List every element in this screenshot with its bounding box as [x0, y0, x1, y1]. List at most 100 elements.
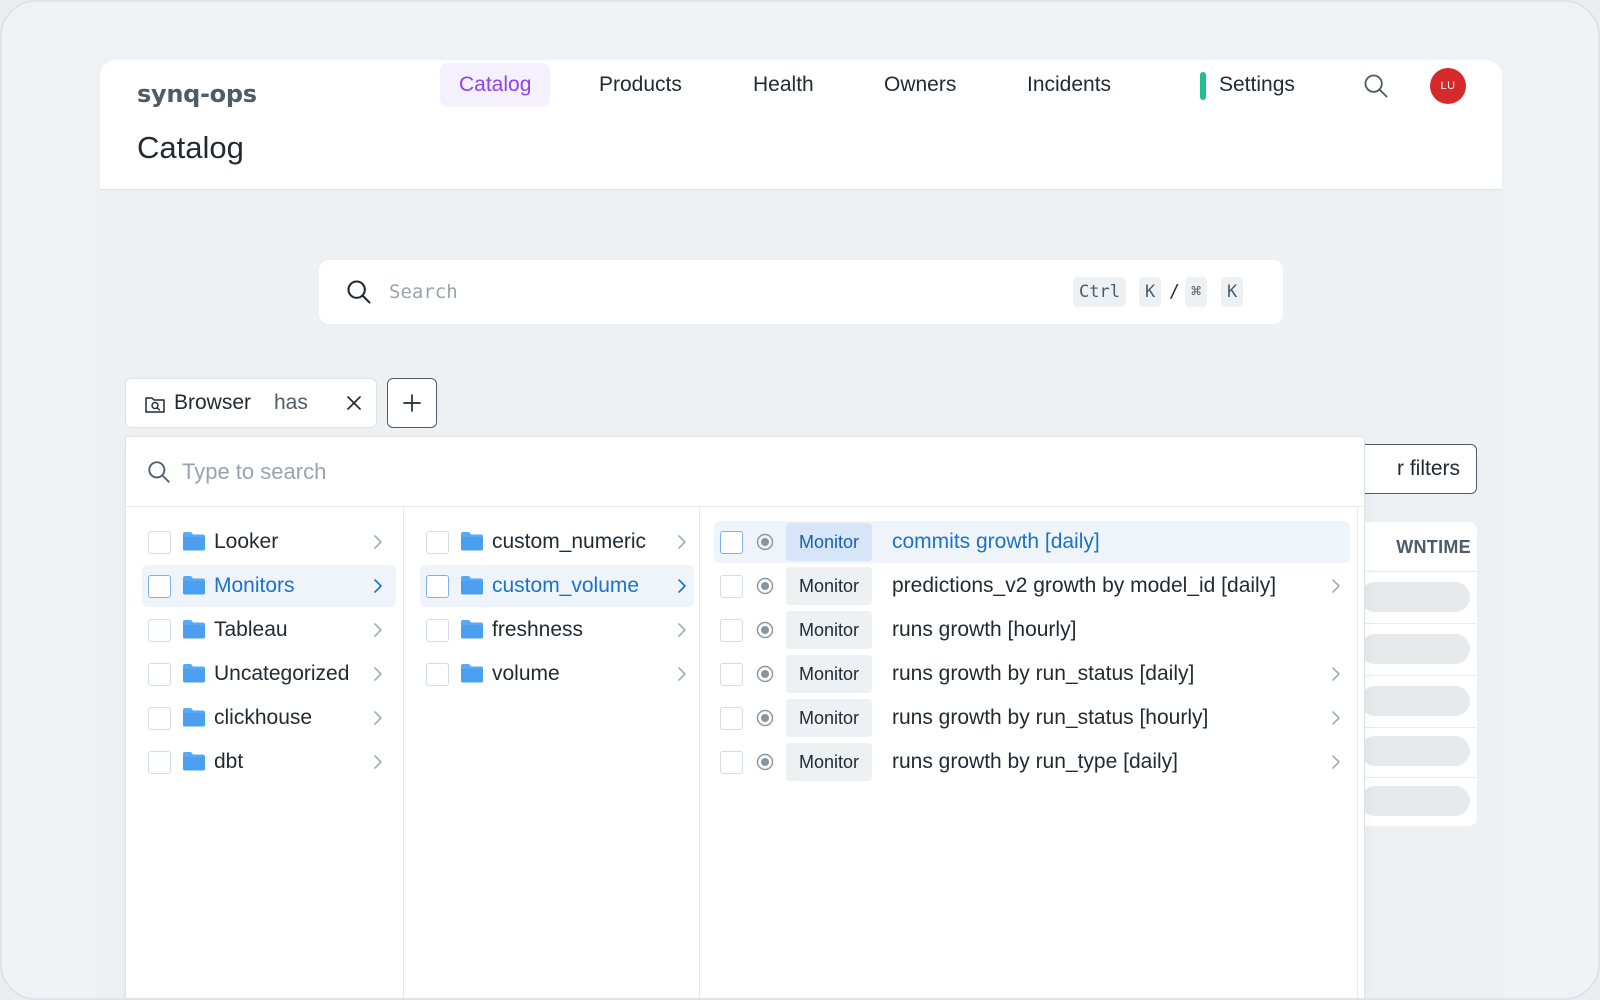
folder-icon: [183, 576, 205, 595]
nav-health[interactable]: Health: [734, 63, 833, 107]
chevron-right-icon[interactable]: [674, 622, 690, 638]
monitor-row[interactable]: Monitor runs growth by run_status [daily]: [714, 653, 1350, 695]
monitor-label: predictions_v2 growth by model_id [daily…: [892, 574, 1277, 597]
folder-row[interactable]: Tableau: [142, 609, 396, 651]
monitor-label: runs growth by run_type [daily]: [892, 750, 1178, 773]
nav-products[interactable]: Products: [580, 63, 701, 107]
skeleton-row: [1360, 786, 1470, 816]
panel-search-input[interactable]: [182, 452, 782, 492]
row-checkbox[interactable]: [148, 751, 171, 774]
window-frame: synq-ops Catalog Products Health Owners …: [0, 0, 1600, 1000]
monitor-status-icon: [756, 533, 774, 551]
chevron-right-icon[interactable]: [1328, 578, 1344, 594]
search-icon[interactable]: [1362, 72, 1390, 100]
row-checkbox[interactable]: [720, 751, 743, 774]
skeleton-row: [1360, 736, 1470, 766]
folder-row[interactable]: custom_numeric: [420, 521, 694, 563]
monitor-status-icon: [756, 709, 774, 727]
chevron-right-icon[interactable]: [674, 666, 690, 682]
monitor-row[interactable]: Monitor commits growth [daily]: [714, 521, 1350, 563]
search-icon: [148, 461, 170, 483]
monitor-label: runs growth by run_status [hourly]: [892, 706, 1209, 729]
row-checkbox[interactable]: [720, 619, 743, 642]
row-checkbox[interactable]: [426, 531, 449, 554]
folder-row[interactable]: Uncategorized: [142, 653, 396, 695]
monitor-label: runs growth [hourly]: [892, 618, 1077, 641]
row-checkbox[interactable]: [148, 663, 171, 686]
folder-icon: [461, 664, 483, 683]
monitor-type-tag: Monitor: [786, 699, 873, 737]
chevron-right-icon[interactable]: [370, 666, 386, 682]
browser-filter-chip[interactable]: Browser has: [125, 378, 377, 428]
chevron-right-icon[interactable]: [1328, 666, 1344, 682]
chevron-right-icon[interactable]: [370, 534, 386, 550]
monitor-row[interactable]: Monitor predictions_v2 growth by model_id…: [714, 565, 1350, 607]
monitor-type-tag: Monitor: [786, 567, 873, 605]
row-checkbox[interactable]: [148, 707, 171, 730]
folder-icon: [183, 620, 205, 639]
row-checkbox[interactable]: [426, 575, 449, 598]
user-avatar[interactable]: LU: [1430, 68, 1466, 104]
folder-row[interactable]: Looker: [142, 521, 396, 563]
chevron-right-icon[interactable]: [1328, 754, 1344, 770]
browser-dropdown-panel: Looker Monitors Tableau Uncategorized clickh…: [125, 436, 1365, 998]
folder-row[interactable]: volume: [420, 653, 694, 695]
plus-icon: [403, 394, 421, 412]
page-title: Catalog: [137, 130, 244, 165]
nav-settings[interactable]: Settings: [1200, 63, 1314, 107]
folder-label: dbt: [214, 750, 244, 773]
folder-row[interactable]: custom_volume: [420, 565, 694, 607]
folder-icon: [183, 664, 205, 683]
row-checkbox[interactable]: [720, 663, 743, 686]
shortcut-key-cmd: ⌘: [1185, 277, 1208, 307]
row-checkbox[interactable]: [720, 707, 743, 730]
monitor-type-tag: Monitor: [786, 611, 873, 649]
folder-search-icon: [145, 397, 165, 413]
nav-catalog[interactable]: Catalog: [440, 63, 551, 107]
folder-label: freshness: [492, 618, 584, 641]
row-checkbox[interactable]: [426, 663, 449, 686]
folder-icon: [461, 620, 483, 639]
folder-row[interactable]: clickhouse: [142, 697, 396, 739]
folder-row[interactable]: freshness: [420, 609, 694, 651]
folder-label: custom_volume: [492, 574, 640, 597]
monitor-type-tag: Monitor: [786, 743, 873, 781]
row-checkbox[interactable]: [426, 619, 449, 642]
browser-column-1: Looker Monitors Tableau Uncategorized clickh…: [126, 507, 404, 998]
nav-owners[interactable]: Owners: [865, 63, 975, 107]
row-checkbox[interactable]: [720, 575, 743, 598]
monitor-status-icon: [756, 753, 774, 771]
close-icon[interactable]: [344, 393, 364, 413]
filter-operator[interactable]: has: [274, 379, 308, 427]
nav-incidents[interactable]: Incidents: [1008, 63, 1130, 107]
chevron-right-icon[interactable]: [370, 754, 386, 770]
top-bar: synq-ops Catalog Products Health Owners …: [100, 60, 1502, 190]
folder-row[interactable]: dbt: [142, 741, 396, 783]
monitor-row[interactable]: Monitor runs growth by run_type [daily]: [714, 741, 1350, 783]
folder-row[interactable]: Monitors: [142, 565, 396, 607]
brand-name[interactable]: synq-ops: [137, 72, 257, 116]
row-checkbox[interactable]: [148, 575, 171, 598]
chevron-right-icon[interactable]: [1328, 710, 1344, 726]
search-icon: [347, 280, 371, 304]
monitor-row[interactable]: Monitor runs growth [hourly]: [714, 609, 1350, 651]
chevron-right-icon[interactable]: [370, 578, 386, 594]
shortcut-separator: /: [1169, 281, 1180, 302]
chevron-right-icon[interactable]: [674, 578, 690, 594]
row-checkbox[interactable]: [148, 531, 171, 554]
chevron-right-icon[interactable]: [370, 622, 386, 638]
row-checkbox[interactable]: [148, 619, 171, 642]
monitor-row[interactable]: Monitor runs growth by run_status [hourly…: [714, 697, 1350, 739]
app-container: synq-ops Catalog Products Health Owners …: [100, 60, 1502, 998]
browser-column-3: Monitor commits growth [daily] Monitor pred…: [700, 507, 1358, 998]
global-search-input[interactable]: [389, 272, 989, 312]
row-checkbox[interactable]: [720, 531, 743, 554]
add-filter-button[interactable]: [387, 378, 437, 428]
chevron-right-icon[interactable]: [370, 710, 386, 726]
global-search-box[interactable]: Ctrl K / ⌘ K: [319, 260, 1283, 324]
shortcut-key-k2: K: [1221, 277, 1244, 307]
shortcut-key-k: K: [1139, 277, 1162, 307]
folder-label: Monitors: [214, 574, 295, 597]
panel-search: [126, 437, 1364, 507]
chevron-right-icon[interactable]: [674, 534, 690, 550]
